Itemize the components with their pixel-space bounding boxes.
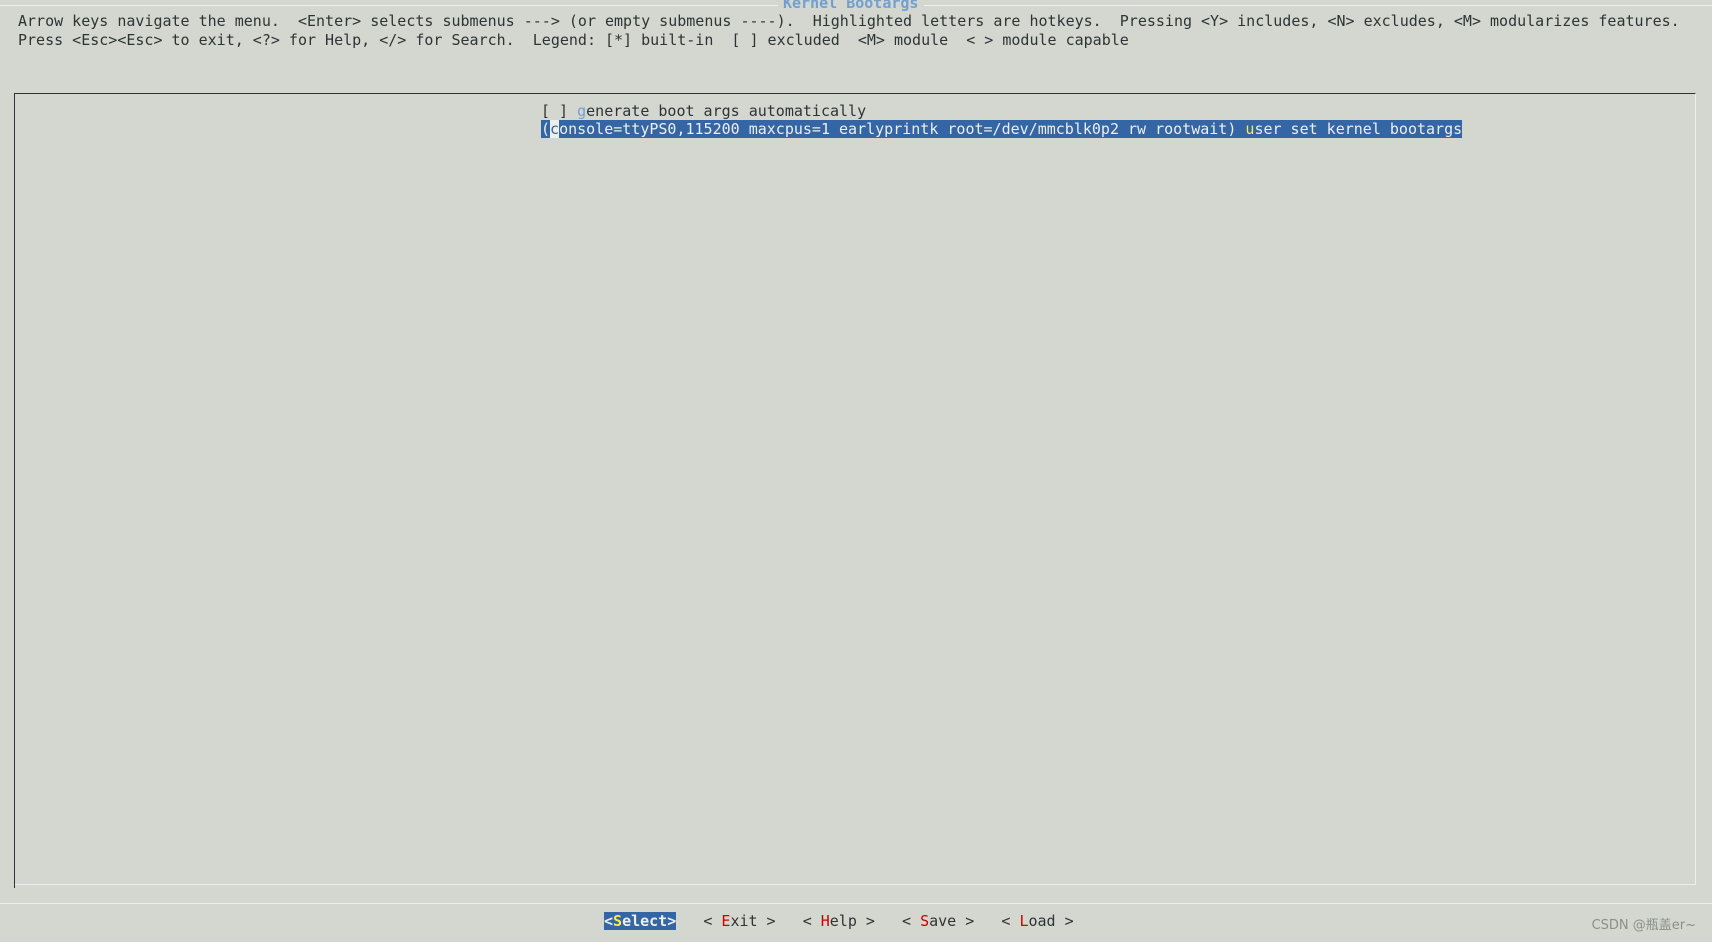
- hotkey-letter: g: [577, 102, 587, 120]
- watermark: CSDN @瓶盖er~: [1591, 918, 1696, 933]
- bootargs-value: onsole=ttyPS0,115200 maxcpus=1 earlyprin…: [559, 120, 1246, 138]
- value-open-paren: (: [541, 120, 551, 138]
- checkbox[interactable]: [ ]: [541, 102, 577, 120]
- save-button[interactable]: < Save >: [902, 912, 974, 930]
- load-button[interactable]: < Load >: [1001, 912, 1073, 930]
- text-cursor: c: [550, 120, 560, 138]
- title-rule-right: [924, 5, 1712, 6]
- help-text-line-1: Arrow keys navigate the menu. <Enter> se…: [18, 12, 1680, 30]
- help-text-line-2: Press <Esc><Esc> to exit, <?> for Help, …: [18, 31, 1129, 49]
- menu-item-user-set-kernel-bootargs[interactable]: (console=ttyPS0,115200 maxcpus=1 earlypr…: [541, 120, 1463, 138]
- button-bar: <Select> < Exit > < Help > < Save > < Lo…: [604, 912, 1074, 930]
- window-title: Kernel Bootargs: [783, 0, 919, 12]
- menu-box: [14, 93, 1696, 888]
- menu-item-label: enerate boot args automatically: [586, 102, 867, 120]
- help-button[interactable]: < Help >: [803, 912, 875, 930]
- menu-item-label: ser set kernel bootargs: [1254, 120, 1463, 138]
- menu-item-generate-boot-args[interactable]: [ ] generate boot args automatically: [541, 102, 866, 120]
- select-button[interactable]: <Select>: [604, 912, 677, 930]
- exit-button[interactable]: < Exit >: [703, 912, 775, 930]
- title-rule-left: [0, 5, 778, 6]
- button-bar-divider: [0, 903, 1712, 904]
- title-bar: Kernel Bootargs: [0, 0, 1712, 12]
